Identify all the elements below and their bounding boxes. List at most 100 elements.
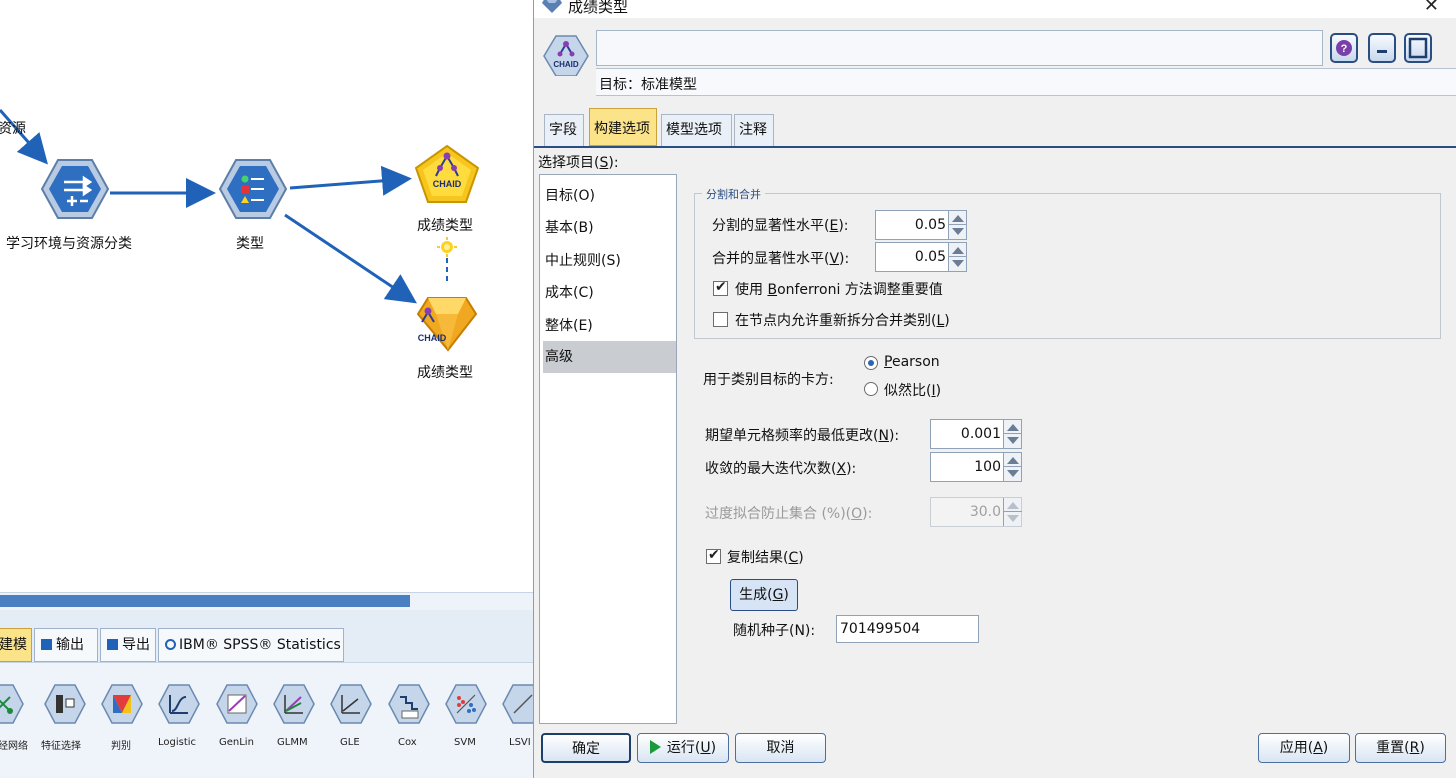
minimize-button[interactable] [1368, 33, 1396, 63]
ok-button[interactable]: 确定 [541, 733, 631, 763]
palette-tab-spss-statistics[interactable]: IBM® SPSS® Statistics [158, 628, 344, 662]
close-icon[interactable]: ✕ [1424, 0, 1439, 16]
chaid-nugget-node[interactable]: CHAID [414, 292, 480, 356]
dialog-titlebar[interactable]: 成绩类型 ✕ [534, 0, 1456, 18]
feature-selection-icon[interactable] [44, 683, 86, 725]
spin-down-icon[interactable] [952, 260, 964, 267]
resplit-checkbox[interactable] [713, 312, 728, 327]
chaid-nugget-node-label: 成绩类型 [417, 365, 473, 381]
mnemonic: G [772, 587, 784, 603]
logistic-icon[interactable] [158, 683, 200, 725]
tab-build-options[interactable]: 构建选项 [589, 108, 657, 146]
discriminant-icon[interactable] [101, 683, 143, 725]
reset-button[interactable]: 重置(R) [1355, 733, 1446, 763]
spin-down-icon[interactable] [1007, 437, 1019, 444]
spin-up-icon[interactable] [952, 215, 964, 222]
gle-icon[interactable] [330, 683, 372, 725]
spinner-arrows[interactable] [1003, 453, 1022, 481]
generate-seed-button[interactable]: 生成(G) [730, 579, 798, 611]
label-text: 重置( [1376, 740, 1410, 756]
select-item-basics[interactable]: 基本(B) [543, 212, 676, 244]
app-gem-icon [542, 0, 562, 13]
palette-tab-label: 建模 [0, 637, 27, 653]
max-iterations-spinner[interactable]: 100 [930, 452, 1022, 482]
replicate-results-checkbox[interactable] [706, 547, 721, 564]
spin-up-icon[interactable] [952, 247, 964, 254]
likelihood-ratio-radio[interactable] [864, 382, 878, 396]
min-change-spinner[interactable]: 0.001 [930, 419, 1022, 449]
label-text: earson [891, 354, 940, 370]
glmm-icon[interactable] [273, 683, 315, 725]
palette-label: GLE [340, 737, 360, 748]
cancel-button[interactable]: 取消 [735, 733, 826, 763]
label-text: 应用( [1279, 740, 1314, 756]
svm-icon[interactable] [445, 683, 487, 725]
mnemonic: P [884, 354, 892, 370]
select-item-advanced[interactable]: 高级 [543, 341, 676, 373]
spinner-arrows[interactable] [948, 243, 967, 271]
spin-up-icon[interactable] [1007, 457, 1019, 464]
palette-label: GenLin [219, 737, 254, 748]
svg-text:?: ? [1341, 43, 1348, 55]
run-button[interactable]: 运行(U) [637, 733, 729, 763]
spinner-arrows[interactable] [948, 211, 967, 239]
bonferroni-checkbox[interactable] [713, 279, 728, 296]
label-text: 运行( [666, 740, 701, 756]
select-item-costs[interactable]: 成本(C) [543, 277, 676, 309]
pearson-radio[interactable] [864, 356, 878, 370]
chaid-badge-text: CHAID [553, 60, 579, 69]
node-name-field[interactable] [596, 30, 1323, 66]
palette-label: LSVI [509, 737, 531, 748]
split-significance-label: 分割的显著性水平(E): [712, 215, 849, 235]
group-title: 分割和合并 [702, 186, 765, 202]
neural-net-icon[interactable] [0, 683, 24, 725]
help-button[interactable]: ? [1330, 33, 1358, 63]
scrollbar-thumb[interactable] [0, 595, 410, 607]
label-text: ) [798, 550, 804, 566]
palette-label: GLMM [277, 737, 308, 748]
stream-canvas[interactable]: 资源 学习环境与资源分类 类型 CHAID 成绩类型 CHAID 成绩类型 [0, 0, 533, 592]
palette-tab-modeling[interactable]: 建模 [0, 628, 32, 662]
spin-down-icon[interactable] [1007, 470, 1019, 477]
min-change-label: 期望单元格频率的最低更改(N): [705, 425, 899, 445]
derive-node[interactable] [40, 158, 110, 224]
genlin-icon[interactable] [216, 683, 258, 725]
palette-tab-output[interactable]: 输出 [34, 628, 98, 662]
spin-up-icon[interactable] [1007, 424, 1019, 431]
play-icon [649, 740, 661, 754]
select-item-ensembles[interactable]: 整体(E) [543, 310, 676, 342]
random-seed-input[interactable]: 701499504 [836, 615, 979, 643]
label-text: ) [710, 740, 717, 756]
apply-button[interactable]: 应用(A) [1258, 733, 1350, 763]
target-description: 目标：标准模型 [596, 68, 1456, 96]
label-text: 过度拟合防止集合 (%)( [705, 506, 852, 522]
merge-significance-spinner[interactable]: 0.05 [875, 242, 967, 272]
square-icon [107, 639, 118, 650]
palette-label: Logistic [158, 737, 197, 748]
palette-tab-label: 导出 [122, 637, 150, 653]
minimize-icon [1377, 50, 1387, 53]
label-text: ) [1322, 740, 1329, 756]
tab-model-options[interactable]: 模型选项 [661, 114, 732, 146]
select-item-objectives[interactable]: 目标(O) [543, 180, 676, 212]
split-significance-spinner[interactable]: 0.05 [875, 210, 967, 240]
palette-tab-export[interactable]: 导出 [100, 628, 156, 662]
label-text: 生成( [739, 587, 773, 603]
type-node-icon [218, 159, 288, 219]
type-node[interactable] [218, 158, 288, 224]
spinner-arrows[interactable] [1003, 420, 1022, 448]
tab-divider [534, 146, 1456, 148]
canvas-horizontal-scrollbar[interactable] [0, 592, 533, 610]
chaid-badge-text: CHAID [418, 333, 447, 343]
chaid-model-node-label: 成绩类型 [417, 218, 473, 234]
maximize-button[interactable] [1404, 33, 1432, 63]
mnemonic: A [1313, 740, 1323, 756]
chaid-model-node[interactable]: CHAID [414, 144, 480, 208]
select-item-stopping-rules[interactable]: 中止规则(S) [543, 245, 676, 277]
cox-icon[interactable] [388, 683, 430, 725]
spin-down-icon[interactable] [952, 228, 964, 235]
refresh-burst-icon [437, 237, 457, 257]
tab-fields[interactable]: 字段 [544, 114, 584, 146]
tab-annotations[interactable]: 注释 [734, 114, 774, 146]
label-text: ) [944, 313, 950, 329]
